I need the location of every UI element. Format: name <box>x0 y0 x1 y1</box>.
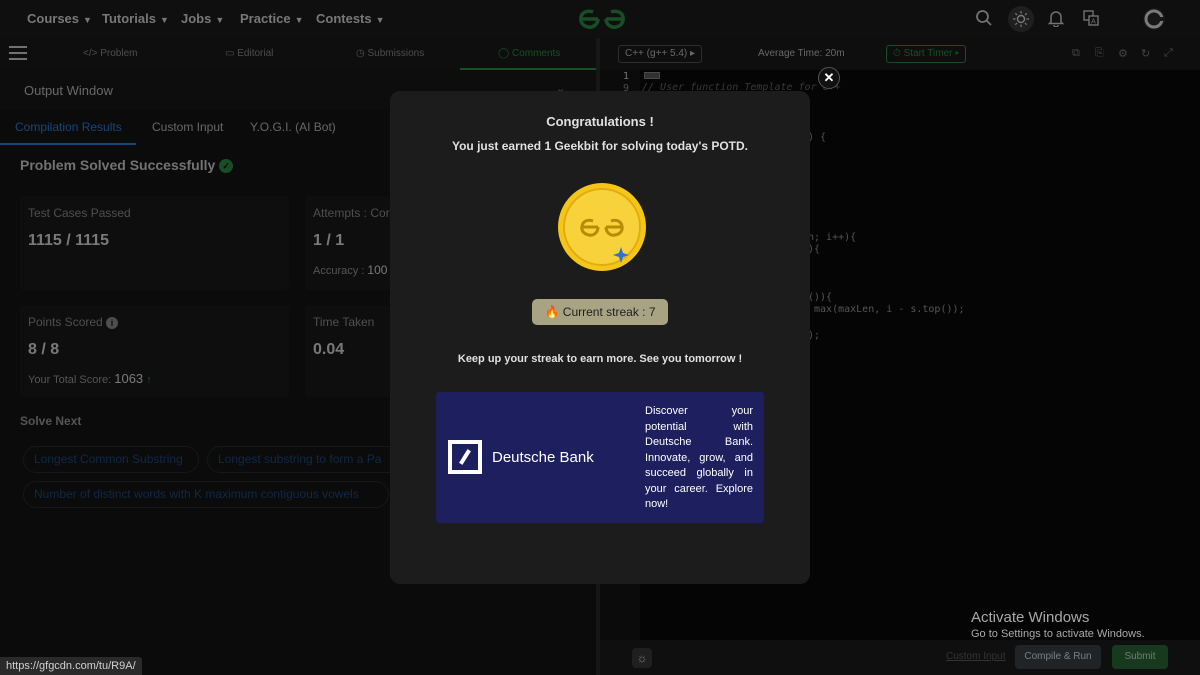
modal-subtitle: You just earned 1 Geekbit for solving to… <box>451 139 749 153</box>
status-bar-url: https://gfgcdn.com/tu/R9A/ <box>0 657 142 675</box>
modal-message: Keep up your streak to earn more. See yo… <box>457 353 743 365</box>
deutsche-bank-logo <box>448 440 482 474</box>
streak-badge: 🔥 Current streak : 7 days <box>532 299 668 345</box>
activate-subtitle: Go to Settings to activate Windows. <box>971 628 1145 640</box>
windows-activation-notice: Activate Windows Go to Settings to activ… <box>971 609 1145 640</box>
ad-brand-name: Deutsche Bank <box>492 449 594 466</box>
fire-icon: 🔥 <box>544 305 560 319</box>
geekbit-coin-icon <box>558 183 646 271</box>
modal-title: Congratulations ! <box>546 114 654 129</box>
ad-description: Discover your potential with Deutsche Ba… <box>645 405 753 510</box>
activate-title: Activate Windows <box>971 609 1090 626</box>
close-icon[interactable]: ✕ <box>818 67 840 89</box>
